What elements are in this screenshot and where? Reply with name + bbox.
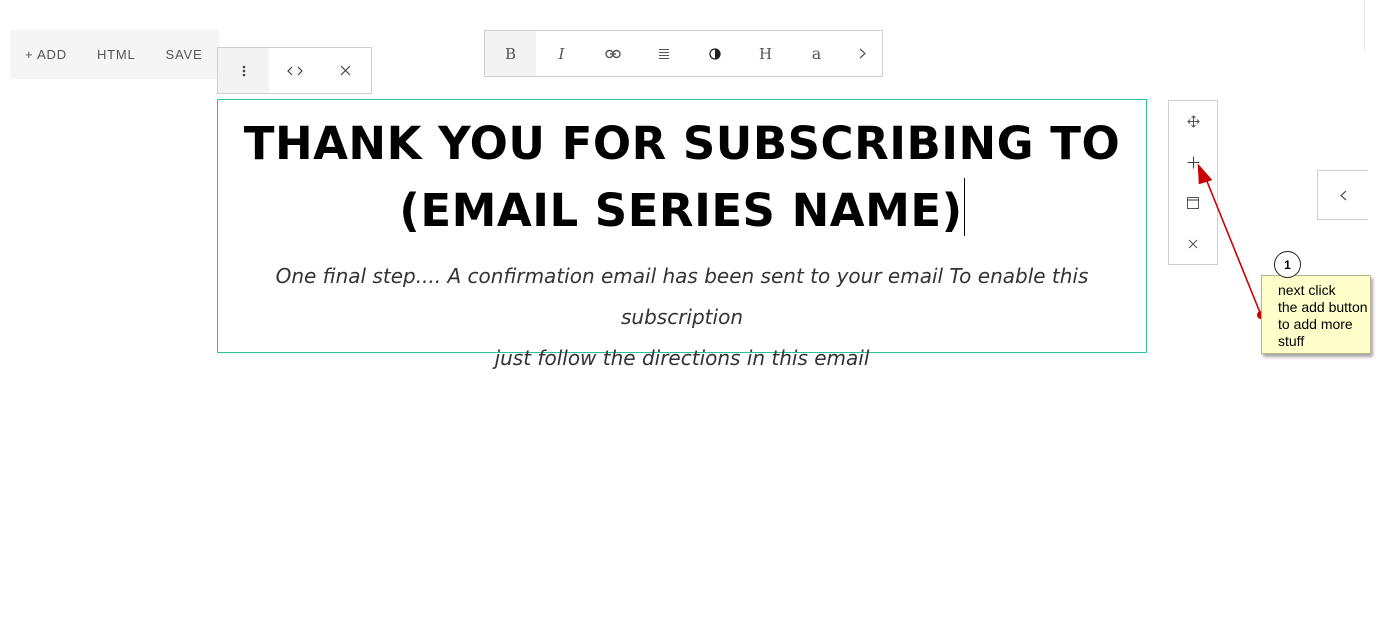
- annotation-callout: next click the add button to add more st…: [1261, 275, 1371, 354]
- delete-block-button[interactable]: [1169, 223, 1217, 264]
- text-content-block[interactable]: THANK YOU FOR SUBSCRIBING TO (EMAIL SERI…: [217, 99, 1147, 370]
- link-button[interactable]: [587, 31, 638, 76]
- bold-button[interactable]: B: [485, 31, 536, 76]
- right-edge-divider: [1364, 0, 1365, 52]
- align-button[interactable]: [638, 31, 689, 76]
- format-toolbar: B I H a: [484, 30, 883, 77]
- headline-line-2: (EMAIL SERIES NAME): [218, 177, 1146, 244]
- headline-line-2-text: (EMAIL SERIES NAME): [399, 184, 963, 237]
- close-block-toolbar-button[interactable]: [320, 48, 371, 93]
- add-button[interactable]: + ADD: [10, 30, 82, 79]
- align-icon: [658, 48, 669, 59]
- italic-button[interactable]: I: [536, 31, 587, 76]
- bold-icon: B: [504, 44, 517, 63]
- block-side-toolbar: [1168, 100, 1218, 265]
- more-vertical-icon: [242, 65, 245, 76]
- subtext[interactable]: One final step.... A confirmation email …: [238, 256, 1126, 379]
- move-icon: [1186, 115, 1200, 128]
- editor-main-toolbar: + ADD HTML SAVE: [10, 30, 219, 79]
- duplicate-icon: [1187, 196, 1199, 209]
- block-toolbar: [217, 47, 372, 94]
- close-icon: [340, 65, 351, 76]
- more-options-button[interactable]: [218, 48, 269, 93]
- headline[interactable]: THANK YOU FOR SUBSCRIBING TO (EMAIL SERI…: [218, 110, 1146, 244]
- move-block-button[interactable]: [1169, 101, 1217, 142]
- subtext-line-1: One final step.... A confirmation email …: [275, 264, 1089, 329]
- html-button[interactable]: HTML: [82, 30, 151, 79]
- heading-button[interactable]: H: [740, 31, 791, 76]
- chevron-left-icon: [1339, 190, 1346, 200]
- color-contrast-icon: [708, 47, 721, 60]
- code-view-button[interactable]: [269, 48, 320, 93]
- chevron-right-icon: [859, 48, 866, 59]
- more-format-button[interactable]: [842, 31, 882, 76]
- italic-icon: I: [558, 44, 565, 63]
- headline-line-1: THANK YOU FOR SUBSCRIBING TO: [243, 117, 1121, 170]
- heading-icon: H: [758, 44, 773, 63]
- font-button[interactable]: a: [791, 31, 842, 76]
- annotation-step-number: 1: [1274, 251, 1301, 278]
- save-button[interactable]: SAVE: [151, 30, 218, 79]
- plus-icon: [1187, 156, 1199, 169]
- text-cursor: [963, 178, 965, 236]
- link-icon: [604, 49, 621, 58]
- add-block-button[interactable]: [1169, 142, 1217, 183]
- close-icon: [1188, 239, 1198, 249]
- duplicate-block-button[interactable]: [1169, 183, 1217, 224]
- collapse-panel-button[interactable]: [1317, 170, 1368, 220]
- subtext-line-2: just follow the directions in this email: [494, 346, 870, 370]
- color-button[interactable]: [689, 31, 740, 76]
- code-icon: [286, 66, 303, 75]
- font-icon: a: [811, 44, 822, 63]
